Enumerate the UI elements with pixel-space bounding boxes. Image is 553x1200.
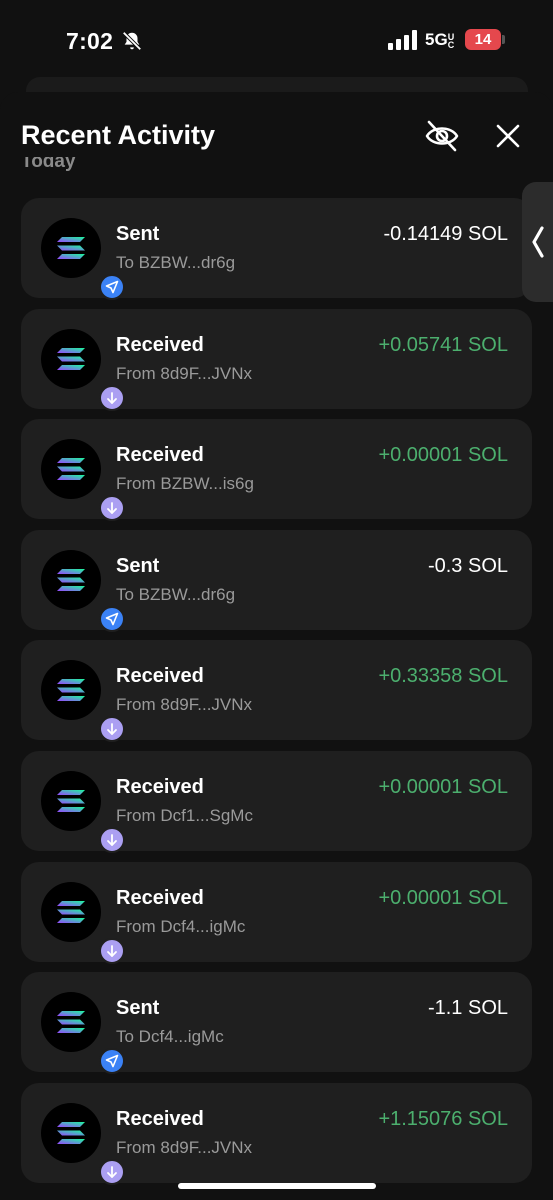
token-avatar [41,1102,125,1185]
activity-counterparty: To BZBW...dr6g [116,584,236,604]
activity-item[interactable]: Received From Dcf4...igMc +0.00001 SOL [21,861,532,964]
sent-badge [99,1048,125,1075]
activity-kind: Received [116,333,204,356]
activity-kind: Received [116,775,204,798]
activity-list: Sent To BZBW...dr6g -0.14149 SOL Received Fr… [21,198,532,1193]
activity-amount: -0.3 SOL [427,554,508,577]
activity-amount: +1.15076 SOL [378,1107,508,1130]
solana-logo-icon [57,458,85,481]
token-avatar [41,328,125,411]
token-avatar [41,660,125,743]
solana-logo-icon [57,679,85,702]
activity-item[interactable]: Received From 8d9F...JVNx +0.33358 SOL [21,640,532,743]
status-time: 7:02 [66,28,114,54]
activity-counterparty: From Dcf1...SgMc [116,805,253,825]
activity-item[interactable]: Received From Dcf1...SgMc +0.00001 SOL [21,750,532,853]
down-arrow-icon [107,834,117,846]
activity-item[interactable]: Sent To Dcf4...igMc -1.1 SOL [21,972,532,1075]
activity-kind: Sent [116,223,160,245]
down-arrow-icon [107,1165,117,1178]
received-badge [99,384,125,411]
activity-counterparty: From 8d9F...JVNx [116,695,253,715]
close-icon[interactable] [492,118,524,154]
down-arrow-icon [107,391,117,404]
battery-indicator: 14 [465,29,501,50]
activity-counterparty: To Dcf4...igMc [116,1027,224,1047]
activity-item[interactable]: Received From 8d9F...JVNx +0.05741 SOL [21,308,532,411]
activity-item[interactable]: Received From 8d9F...JVNx +1.15076 SOL [21,1082,532,1185]
activity-amount: +0.33358 SOL [378,665,508,688]
received-badge [99,1158,125,1185]
activity-kind: Received [116,886,204,909]
sent-badge [99,274,125,300]
send-arrow-icon [105,280,119,294]
activity-counterparty: From 8d9F...JVNx [116,363,253,383]
received-badge [99,716,125,743]
hide-balance-eye-icon[interactable] [422,118,462,154]
silent-bell-icon [122,31,142,51]
activity-kind: Received [116,1107,204,1130]
activity-item[interactable]: Received From BZBW...is6g +0.00001 SOL [21,419,532,522]
sent-badge [99,605,125,632]
activity-kind: Sent [116,554,160,577]
activity-item[interactable]: Sent To BZBW...dr6g -0.3 SOL [21,529,532,632]
activity-amount: +0.00001 SOL [378,886,508,909]
down-arrow-icon [107,502,117,515]
network-type: 5GUC [425,30,455,50]
solana-logo-icon [57,789,85,812]
activity-counterparty: From Dcf4...igMc [116,916,246,936]
activity-amount: -0.14149 SOL [383,223,508,245]
home-indicator[interactable] [178,1183,376,1189]
received-badge [99,937,125,964]
received-badge [99,826,125,853]
token-avatar [41,218,125,300]
activity-counterparty: To BZBW...dr6g [116,253,236,272]
solana-logo-icon [57,568,85,591]
activity-kind: Sent [116,997,160,1020]
solana-logo-icon [57,237,85,259]
activity-amount: +0.00001 SOL [378,775,508,798]
solana-logo-icon [57,347,85,370]
send-arrow-icon [105,612,119,626]
solana-logo-icon [57,1121,85,1144]
activity-kind: Received [116,665,204,688]
side-panel-handle[interactable] [522,182,553,302]
solana-logo-icon [57,900,85,923]
activity-counterparty: From 8d9F...JVNx [116,1137,253,1157]
token-avatar [41,770,125,853]
status-bar: 7:02 5GUC 14 [0,0,553,80]
send-arrow-icon [105,1054,119,1068]
cellular-signal-icon [388,30,417,50]
section-label-today: Today [21,157,76,172]
token-avatar [41,549,125,632]
received-badge [99,495,125,522]
activity-kind: Received [116,444,204,467]
token-avatar [41,992,125,1075]
activity-item[interactable]: Sent To BZBW...dr6g -0.14149 SOL [21,198,532,300]
down-arrow-icon [107,944,117,957]
activity-amount: -1.1 SOL [427,997,508,1020]
activity-counterparty: From BZBW...is6g [116,474,254,494]
chevron-left-icon [532,226,544,258]
page-title: Recent Activity [21,120,216,150]
battery-tip [502,35,505,44]
activity-amount: +0.00001 SOL [378,444,508,467]
solana-logo-icon [57,1011,85,1034]
token-avatar [41,881,125,964]
activity-amount: +0.05741 SOL [378,333,508,356]
token-avatar [41,439,125,522]
down-arrow-icon [107,723,117,736]
